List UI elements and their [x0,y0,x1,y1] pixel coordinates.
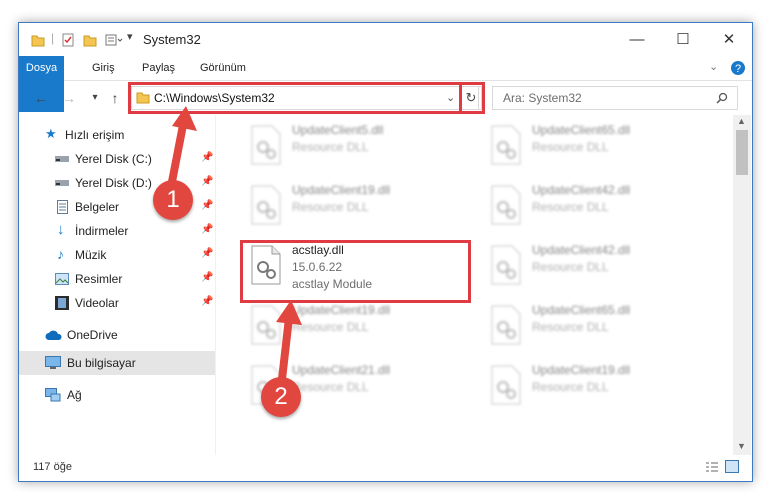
step-2-badge: 2 [261,377,301,417]
arrow-1-head [172,106,197,131]
annotation-arrows [166,106,302,392]
arrow-2-head [276,300,302,325]
step-1-badge: 1 [153,180,193,220]
